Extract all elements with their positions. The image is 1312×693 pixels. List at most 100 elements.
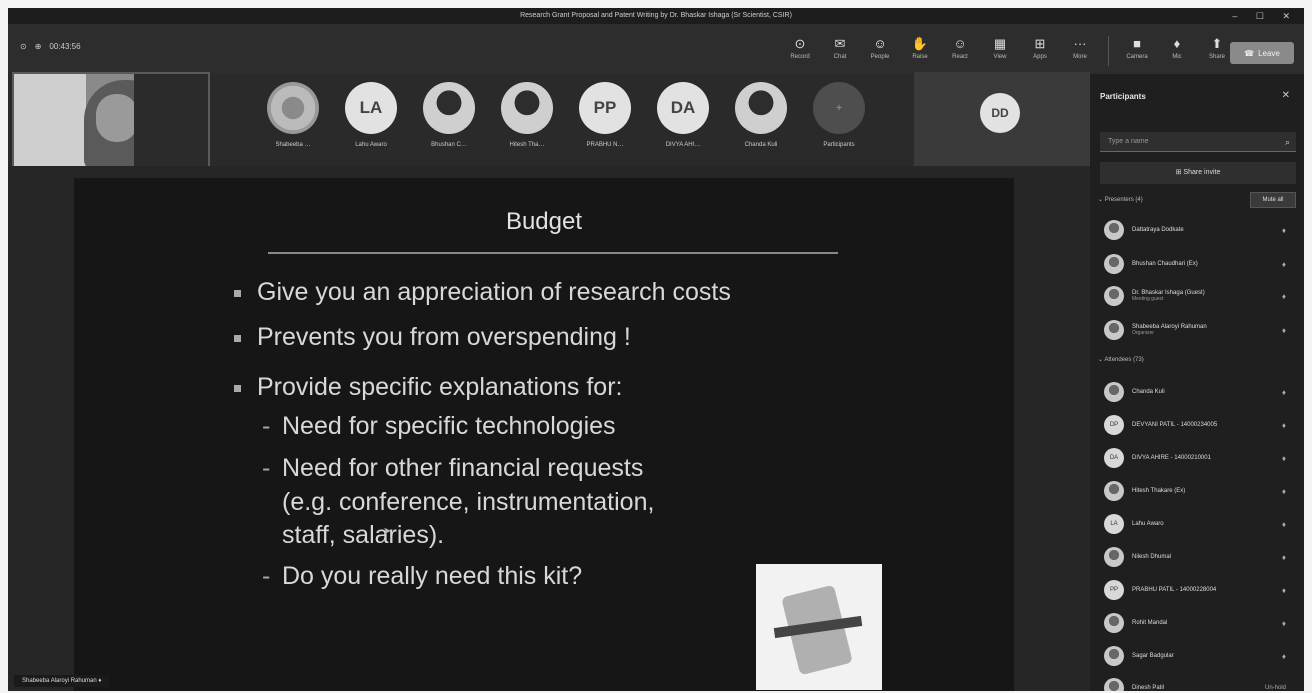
participant-row[interactable]: DP DEVYANI PATIL - 14000234005 ♦ [1104,415,1294,435]
presenter-name-tag: Shabeeba Alaroyi Rahuman ♦ [14,675,110,687]
shield-icon: ⊙ [20,42,27,51]
presenters-section-header[interactable]: ⌄ Presenters (4) [1098,196,1143,203]
mute-all-button[interactable]: Mute all [1250,192,1296,208]
phone-hangup-icon: ☎ [1244,48,1255,58]
search-placeholder: Type a name [1108,138,1149,145]
mic-icon: ♦ [1173,36,1181,51]
participant-row[interactable]: Shabeeba Alaroyi Rahuman Organizer ♦ [1104,320,1294,340]
more-participants-tile[interactable]: + Participants [800,82,878,148]
react-button[interactable]: ☺ React [940,36,980,66]
view-button[interactable]: ▦ View [980,36,1020,66]
mic-off-icon: ♦ [1281,552,1286,562]
share-invite-button[interactable]: ⊞ Share invite [1100,162,1296,184]
video-shadow [134,74,208,166]
participant-tile[interactable]: DA DIVYA AHI… [644,82,722,148]
subbullet-text: Do you really need this kit? [282,562,583,590]
section-label: Presenters (4) [1104,197,1143,203]
mic-off-icon: ♦ [1281,618,1286,628]
mic-off-icon: ♦ [1281,651,1286,661]
mic-icon: ♦ [1281,325,1286,335]
mic-off-icon: ♦ [1281,453,1286,463]
participant-name: Participants [823,142,855,148]
participants-panel: Participants ✕ Type a name ⌕ ⊞ Share inv… [1090,74,1304,691]
money-clip-image [756,564,882,690]
apps-label: Apps [1033,54,1047,60]
section-label: Attendees (73) [1104,357,1144,363]
participant-row[interactable]: Rohit Mandal ♦ [1104,613,1294,633]
ellipsis-icon: ··· [1073,36,1087,51]
slide-subbullet: - Do you really need this kit? [262,562,582,591]
share-icon: ⬆ [1211,36,1223,51]
more-button[interactable]: ··· More [1060,36,1100,66]
slide-title: Budget [505,208,583,235]
leave-button[interactable]: ☎ Leave [1230,42,1294,64]
participant-row[interactable]: DA DIVYA AHIRE - 14000210001 ♦ [1104,448,1294,468]
chat-button[interactable]: ✉ Chat [820,36,860,66]
avatar [423,82,475,134]
presenter-video[interactable] [12,72,210,168]
slide-subbullet: - Need for specific technologies [262,412,616,441]
mic-icon: ♦ [1281,259,1286,269]
bullet-icon [234,334,241,342]
participant-name: Shabeeba … [275,142,311,148]
participant-name: Sagar Badgular [1132,653,1174,659]
dash-icon: - [262,562,271,590]
participant-row[interactable]: LA Lahu Awaro ♦ [1104,514,1294,534]
close-icon[interactable]: ✕ [1282,90,1290,101]
participant-tile[interactable]: LA Lahu Awaro [332,82,410,148]
bullet-icon [234,289,241,297]
participant-name: Hitesh Thakare (Ex) [1132,488,1186,494]
participant-row[interactable]: Dattatraya Dodkate ♦ [1104,220,1294,240]
mic-off-icon: ♦ [1281,486,1286,496]
avatar [1104,481,1124,501]
avatar: PP [1104,580,1124,600]
participant-name: Rohit Mandal [1132,620,1168,626]
subbullet-text: Need for other financial requests [282,454,644,482]
subbullet-text: Need for specific technologies [282,412,616,440]
slide-subbullet-continuation: staff, salaries). [282,521,445,549]
participant-name: Nilesh Dhumal [1132,554,1172,560]
camera-button[interactable]: ■ Camera [1117,36,1157,66]
raise-hand-button[interactable]: ✋ Raise [900,36,940,66]
mic-button[interactable]: ♦ Mic [1157,36,1197,66]
apps-icon: ⊞ [1034,36,1046,51]
participant-tile[interactable]: PP PRABHU N… [566,82,644,148]
meeting-toolbar: ⊙ ⊕ 00:43:56 ⊙ Record ✉ Chat ☺ People ✋ Rais… [8,24,1304,74]
participant-row[interactable]: Bhushan Chaudhari (Ex) ♦ [1104,254,1294,274]
participant-tile[interactable]: Chanda Kuli [722,82,800,148]
info-icon[interactable]: ⊕ [35,42,42,51]
record-button[interactable]: ⊙ Record [780,36,820,66]
participant-tile[interactable]: Shabeeba … [254,82,332,148]
avatar: DA [657,82,709,134]
window-controls[interactable]: – ☐ ✕ [1232,8,1298,24]
participant-row[interactable]: Hitesh Thakare (Ex) ♦ [1104,481,1294,501]
participant-row[interactable]: PP PRABHU PATIL - 14000228004 ♦ [1104,580,1294,600]
meeting-timer: 00:43:56 [49,42,81,51]
participant-video-tile[interactable]: DD [914,72,1090,166]
attendees-section-header[interactable]: ⌄ Attendees (73) [1098,356,1144,363]
avatar [1104,320,1124,340]
participant-row[interactable]: Dinesh Patil Un-hold [1104,678,1294,691]
participant-name: Lahu Awaro [1132,521,1164,527]
mic-off-icon: ♦ [1281,519,1286,529]
apps-button[interactable]: ⊞ Apps [1020,36,1060,66]
participant-name: DIVYA AHI… [665,142,701,148]
slide-bullet: Give you an appreciation of research cos… [234,278,731,307]
participant-search-input[interactable]: Type a name ⌕ [1100,132,1296,152]
participant-row[interactable]: Nilesh Dhumal ♦ [1104,547,1294,567]
avatar: PP [579,82,631,134]
participant-row[interactable]: Sagar Badgular ♦ [1104,646,1294,666]
bullet-text: Prevents you from overspending ! [257,323,631,351]
participant-row[interactable]: Chanda Kuli ♦ [1104,382,1294,402]
hand-icon: ✋ [911,36,929,51]
participant-name: Dinesh Patil [1132,685,1165,691]
participant-role: Organizer [1132,330,1154,336]
view-label: View [993,54,1007,60]
people-label: People [870,54,890,60]
participant-tile[interactable]: Hitesh Tha… [488,82,566,148]
camera-icon: ■ [1133,36,1141,51]
participant-row[interactable]: Dr. Bhaskar Ishaga (Guest) Meeting guest … [1104,286,1294,306]
avatar [1104,646,1124,666]
participant-tile[interactable]: Bhushan C… [410,82,488,148]
people-button[interactable]: ☺ People [860,36,900,66]
